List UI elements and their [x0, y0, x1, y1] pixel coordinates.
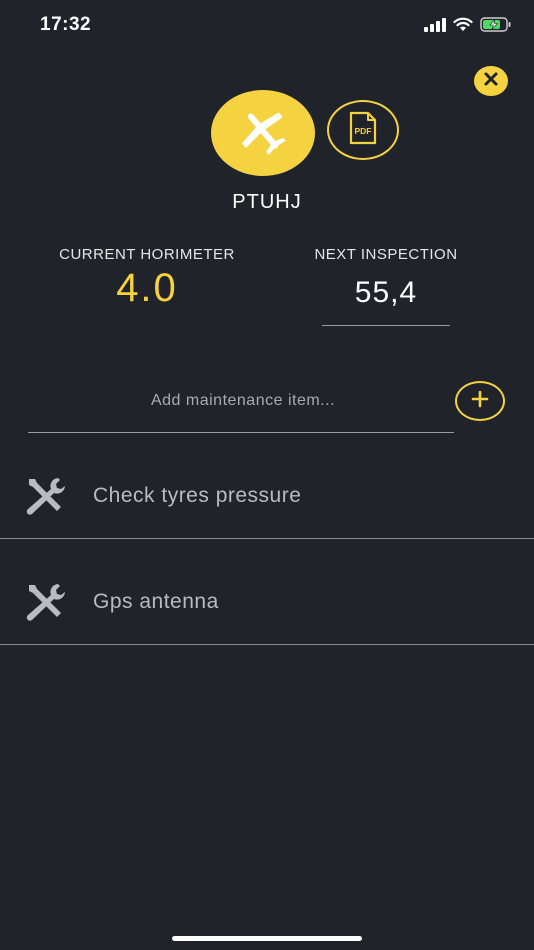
tools-icon	[24, 477, 68, 522]
add-maintenance-item-input[interactable]	[28, 386, 458, 416]
tools-icon	[24, 583, 68, 628]
battery-charging-icon	[480, 17, 512, 37]
plus-icon	[471, 390, 489, 413]
add-item-button[interactable]	[455, 381, 505, 421]
airplane-icon	[235, 103, 291, 164]
maintenance-item-label: Check tyres pressure	[93, 484, 302, 507]
aircraft-avatar[interactable]	[211, 90, 315, 176]
status-time: 17:32	[40, 14, 92, 35]
status-icons	[424, 17, 512, 37]
pdf-file-icon: PDF	[348, 111, 378, 150]
maintenance-item-label: Gps antenna	[93, 590, 219, 613]
close-button[interactable]	[474, 66, 508, 96]
close-icon	[483, 71, 499, 92]
current-horimeter-value: 4.0	[116, 266, 178, 310]
status-bar: 17:32	[0, 0, 534, 52]
aircraft-name: PTUHJ	[232, 191, 302, 213]
pdf-label: PDF	[355, 126, 372, 136]
pdf-export-button[interactable]: PDF	[327, 100, 399, 160]
next-inspection-label: NEXT INSPECTION	[314, 246, 458, 263]
wifi-icon	[453, 17, 473, 37]
cellular-icon	[424, 17, 446, 37]
home-indicator[interactable]	[172, 936, 362, 941]
next-inspection-underline	[322, 325, 450, 326]
current-horimeter-label: CURRENT HORIMETER	[59, 246, 235, 263]
maintenance-item[interactable]: Gps antenna	[0, 539, 534, 645]
next-inspection-field[interactable]: 55,4	[322, 276, 450, 310]
maintenance-item[interactable]: Check tyres pressure	[0, 433, 534, 539]
